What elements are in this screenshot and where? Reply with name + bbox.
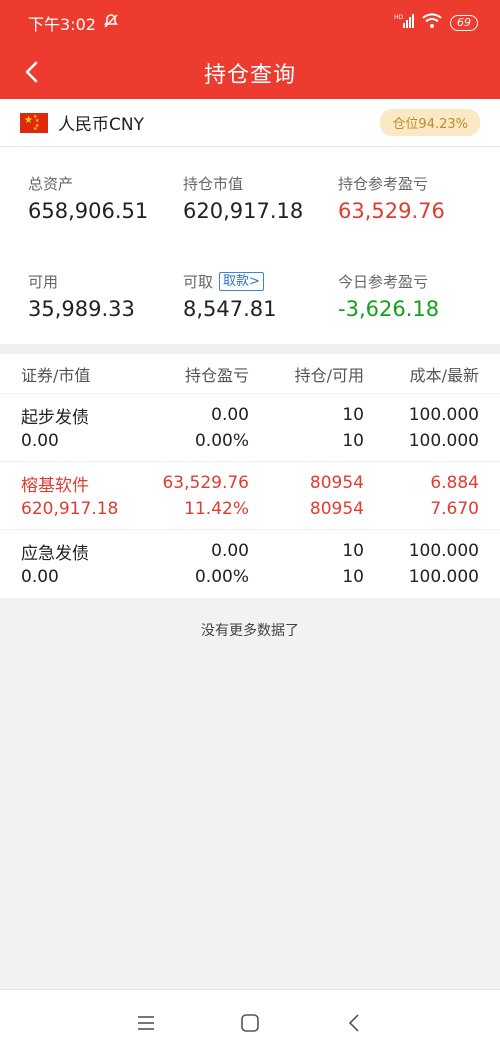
row-pnl: 0.00 [211,405,249,425]
wifi-icon [422,13,442,33]
market-value: 持仓市值 620,917.18 [183,173,338,247]
currency-bar: ★ ★ ★ ★ ★ 人民币CNY 仓位94.23% [0,99,500,147]
available-value: 35,989.33 [28,296,135,321]
total-assets-value: 658,906.51 [28,199,149,223]
row-hold: 80954 [309,473,364,493]
navigation-bar: 持仓查询 [0,46,500,99]
market-value-value: 620,917.18 [183,199,304,223]
row-cost: 100.000 [408,541,479,561]
signal-icon: HD [394,13,414,33]
header-pnl: 持仓盈亏 [184,365,249,385]
row-available: 80954 [309,499,364,519]
withdraw-link[interactable]: 取款> [219,271,264,291]
today-pnl-label: 今日参考盈亏 [338,272,429,291]
china-flag-icon: ★ ★ ★ ★ ★ [20,112,48,133]
position-pnl-label: 持仓参考盈亏 [338,175,429,193]
app-header: 下午3:02 HD 69 持仓查询 [0,0,500,99]
row-available: 10 [342,567,364,587]
security-name: 应急发债 [21,543,89,564]
total-assets: 总资产 658,906.51 [28,173,183,247]
row-market-value: 0.00 [21,431,59,451]
row-available: 10 [342,431,364,451]
today-pnl-value: -3,626.18 [338,296,440,321]
row-pnl: 0.00 [211,541,249,561]
account-summary: 总资产 658,906.51 持仓市值 620,917.18 持仓参考盈亏 63… [0,147,500,344]
home-icon[interactable] [237,1010,263,1036]
table-header: 证券/市值 持仓盈亏 持仓/可用 成本/最新 [0,354,500,394]
row-market-value: 620,917.18 [21,499,119,519]
back-icon[interactable] [341,1010,367,1036]
holdings-table: 证券/市值 持仓盈亏 持仓/可用 成本/最新 起步发债 0.00 10 100.… [0,354,500,598]
row-hold: 10 [342,405,364,425]
svg-text:HD: HD [394,14,404,21]
menu-icon[interactable] [133,1010,159,1036]
security-name: 起步发债 [21,407,89,428]
mute-icon [102,12,120,34]
status-time: 下午3:02 [28,15,96,34]
status-bar: 下午3:02 HD 69 [0,0,500,46]
position-pnl: 持仓参考盈亏 63,529.76 [338,173,498,247]
table-row[interactable]: 应急发债 0.00 10 100.000 0.00 0.00% 10 100.0… [0,530,500,598]
row-cost: 6.884 [430,473,479,493]
header-security: 证券/市值 [21,365,91,385]
row-hold: 10 [342,541,364,561]
row-pnl-pct: 11.42% [184,499,249,519]
row-pnl-pct: 0.00% [194,431,249,451]
row-pnl-pct: 0.00% [194,567,249,587]
currency-name: 人民币CNY [58,115,144,135]
row-latest: 100.000 [408,431,479,451]
row-market-value: 0.00 [21,567,59,587]
withdrawable-funds: 可取 取款> 8,547.81 [183,271,338,345]
row-cost: 100.000 [408,405,479,425]
available-funds: 可用 35,989.33 [28,271,183,345]
no-more-data-text: 没有更多数据了 [201,623,299,639]
position-pnl-value: 63,529.76 [338,199,445,223]
security-name: 榕基软件 [21,475,89,496]
header-hold: 持仓/可用 [294,365,364,385]
header-cost: 成本/最新 [409,365,479,385]
market-value-label: 持仓市值 [183,175,244,193]
page-title: 持仓查询 [203,62,296,88]
row-latest: 100.000 [408,567,479,587]
today-pnl: 今日参考盈亏 -3,626.18 [338,271,498,345]
row-pnl: 63,529.76 [162,473,249,493]
system-navigation-bar [0,989,500,1055]
table-row[interactable]: 起步发债 0.00 10 100.000 0.00 0.00% 10 100.0… [0,394,500,462]
available-label: 可用 [28,272,59,291]
position-ratio-badge: 仓位94.23% [380,109,480,136]
battery-indicator: 69 [450,15,478,31]
total-assets-label: 总资产 [28,175,74,193]
section-divider [0,344,500,354]
withdrawable-value: 8,547.81 [183,296,277,321]
withdrawable-label: 可取 [183,272,214,291]
table-row[interactable]: 榕基软件 63,529.76 80954 6.884 620,917.18 11… [0,462,500,530]
row-latest: 7.670 [430,499,479,519]
back-arrow-icon[interactable] [14,54,50,90]
